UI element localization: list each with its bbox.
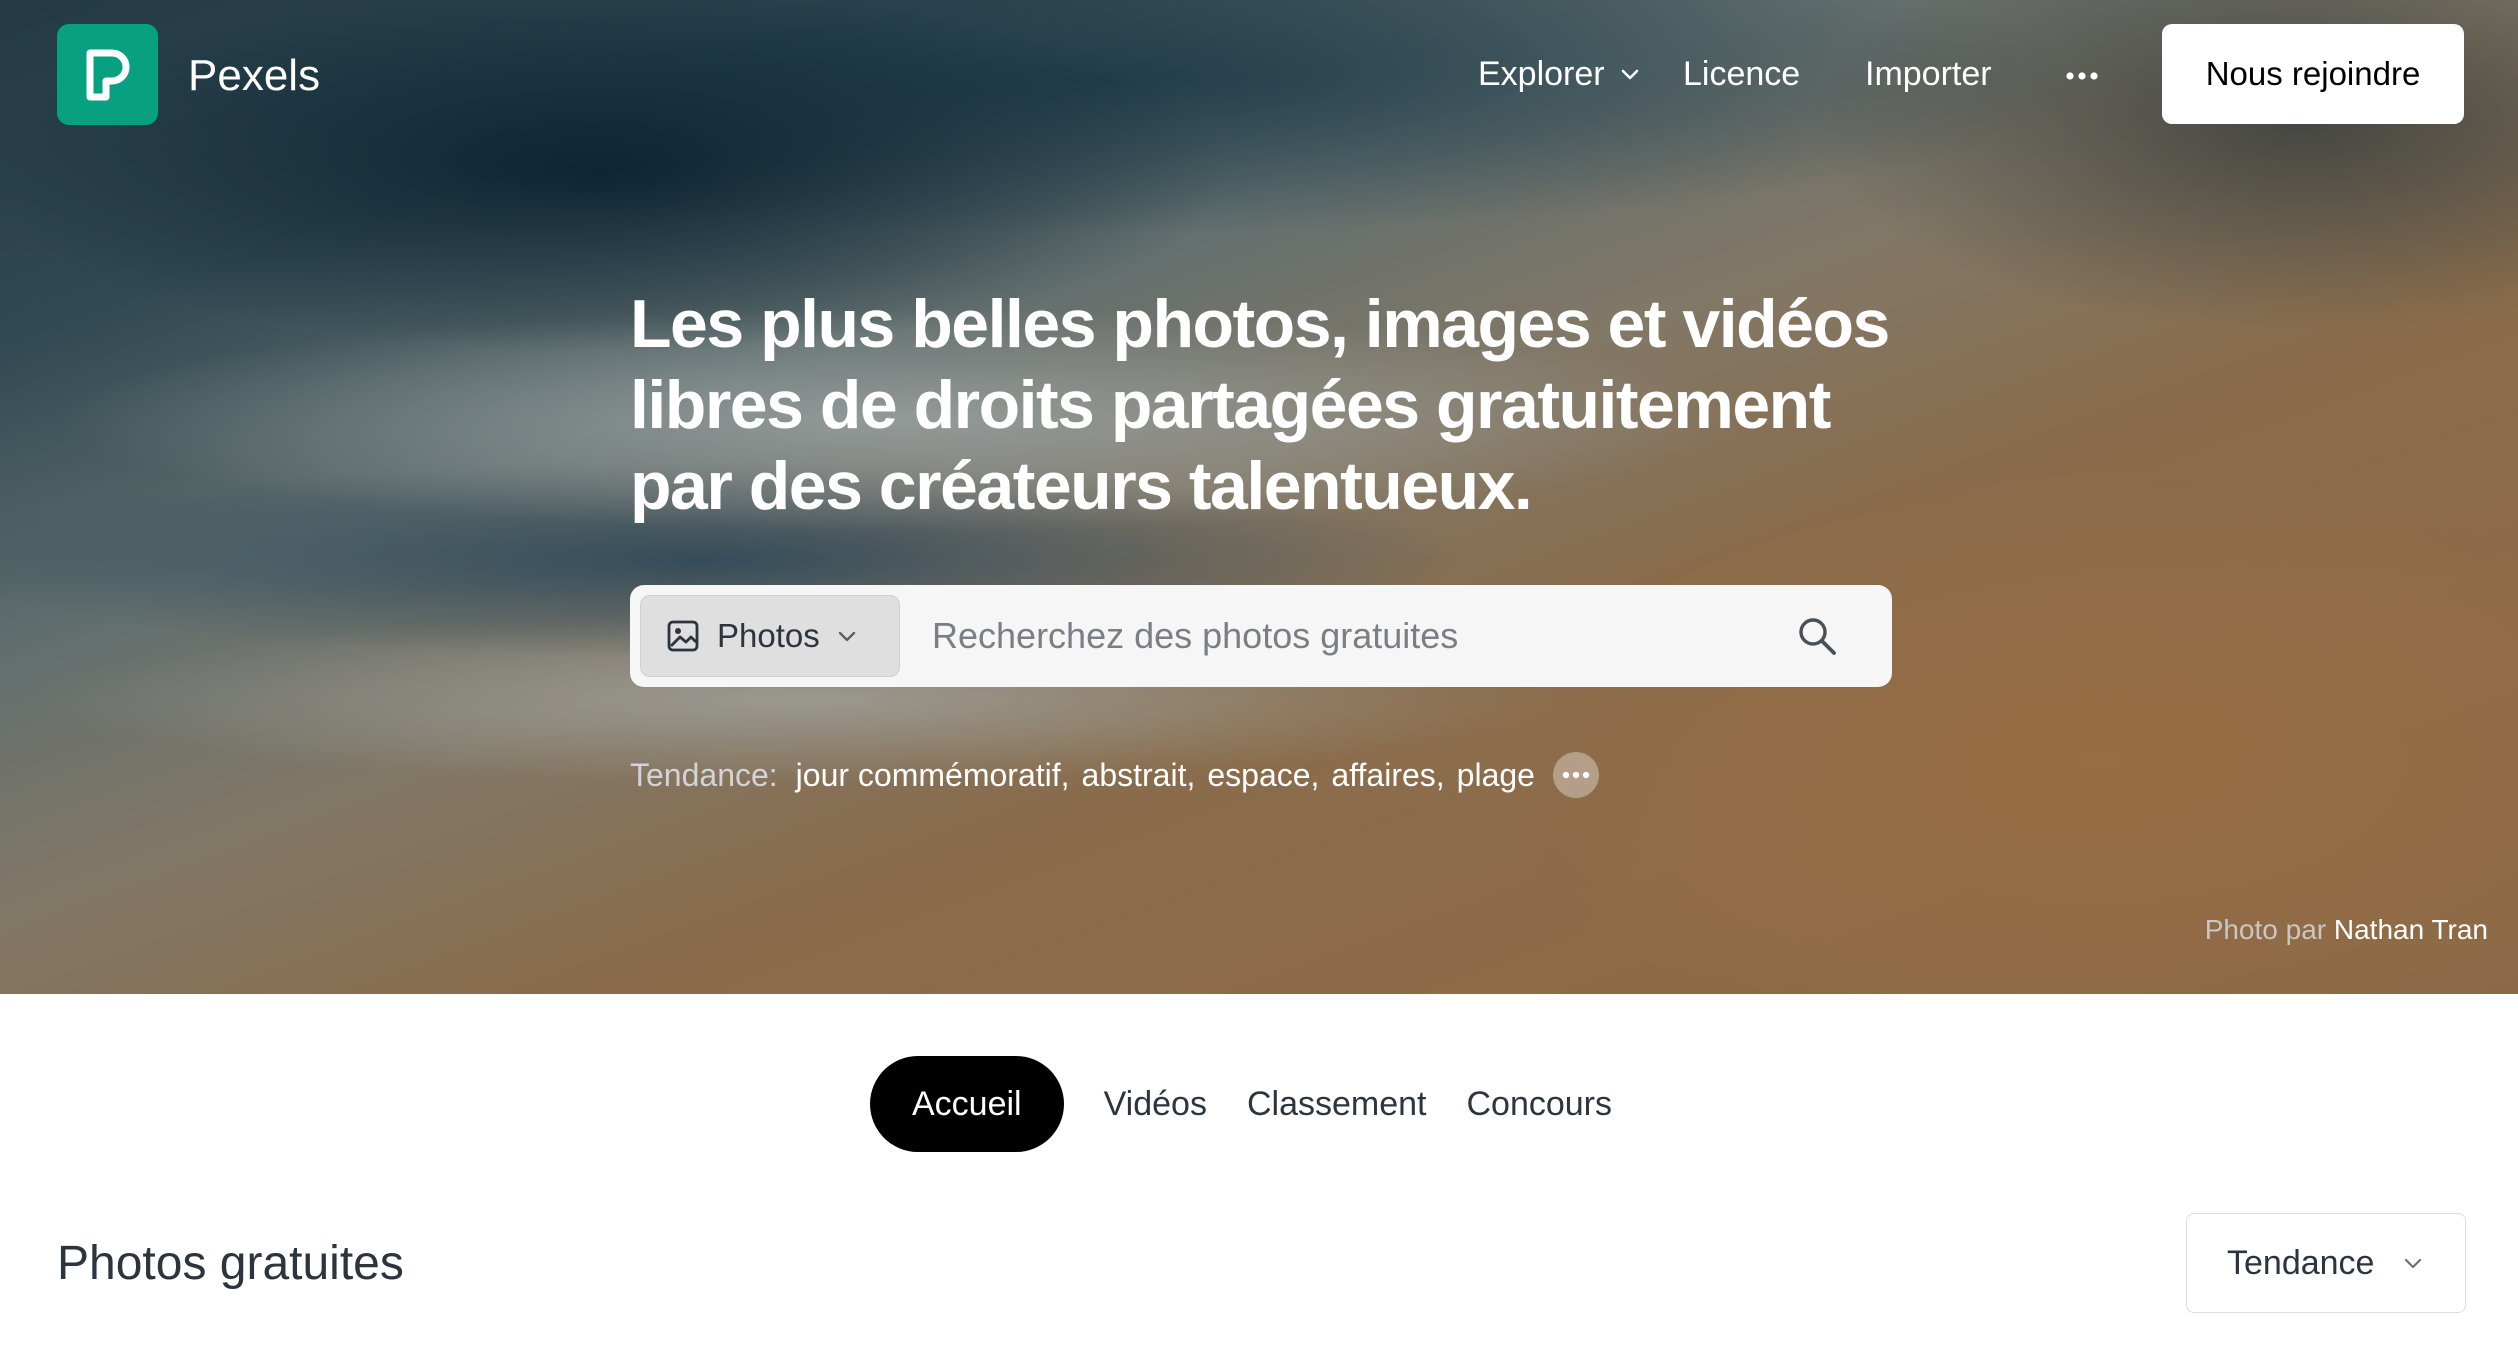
trending-item[interactable]: abstrait — [1082, 753, 1187, 797]
chevron-down-icon — [836, 625, 858, 647]
search-bar: Photos — [630, 585, 1892, 687]
join-button[interactable]: Nous rejoindre — [2162, 24, 2464, 124]
chevron-down-icon — [1621, 69, 1638, 80]
trending-searches: Tendance: jour commémoratif, abstrait, e… — [630, 752, 1599, 798]
photo-credit: Photo par Nathan Tran — [2205, 914, 2488, 946]
photo-credit-author[interactable]: Nathan Tran — [2334, 914, 2488, 945]
content-tabs: Accueil Vidéos Classement Concours — [870, 1056, 1632, 1152]
tab-leaderboard[interactable]: Classement — [1227, 1056, 1447, 1152]
nav-upload[interactable]: Importer — [1865, 48, 1992, 100]
image-icon — [665, 618, 701, 654]
chevron-down-icon — [2404, 1258, 2422, 1269]
trending-item[interactable]: plage — [1457, 753, 1535, 797]
search-type-dropdown[interactable]: Photos — [640, 595, 900, 677]
pexels-logo-icon — [86, 49, 129, 100]
more-trending-button[interactable] — [1552, 752, 1599, 798]
trending-list: jour commémoratif, abstrait, espace, aff… — [796, 753, 1535, 797]
tab-home[interactable]: Accueil — [870, 1056, 1064, 1152]
trending-item[interactable]: jour commémoratif — [796, 753, 1061, 797]
hero-headline: Les plus belles photos, images et vidéos… — [630, 286, 1890, 524]
pexels-logo[interactable] — [57, 24, 158, 125]
nav-explore[interactable]: Explorer — [1478, 48, 1641, 100]
search-icon[interactable] — [1796, 615, 1838, 657]
sort-dropdown[interactable]: Tendance — [2186, 1213, 2466, 1313]
photo-credit-prefix: Photo par — [2204, 914, 2327, 945]
sort-dropdown-label: Tendance — [2227, 1243, 2375, 1282]
trending-item[interactable]: espace — [1207, 753, 1310, 797]
section-title: Photos gratuites — [57, 1237, 404, 1290]
top-navigation: Pexels Explorer Licence Importer Nous re… — [0, 0, 2518, 150]
tab-videos[interactable]: Vidéos — [1084, 1056, 1227, 1152]
nav-license[interactable]: Licence — [1683, 48, 1800, 100]
search-input[interactable] — [930, 585, 1810, 687]
search-type-label: Photos — [717, 617, 820, 654]
brand-name[interactable]: Pexels — [188, 46, 320, 106]
trending-label: Tendance: — [630, 757, 778, 793]
ellipsis-icon — [1562, 771, 1590, 779]
trending-item[interactable]: affaires — [1331, 753, 1435, 797]
nav-explore-label: Explorer — [1478, 55, 1605, 93]
tab-challenges[interactable]: Concours — [1446, 1056, 1632, 1152]
ellipsis-icon[interactable] — [2064, 58, 2100, 94]
